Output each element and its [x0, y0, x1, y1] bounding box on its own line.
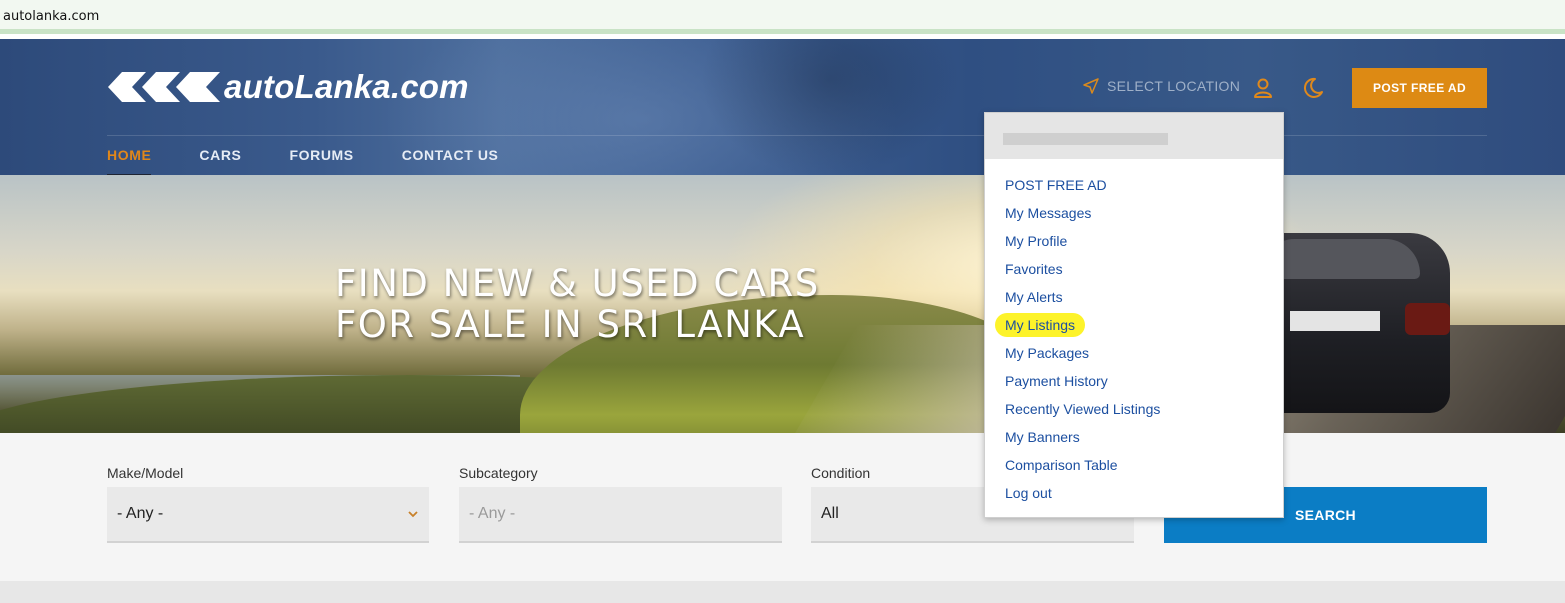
select-location-button[interactable]: SELECT LOCATION [1083, 78, 1240, 94]
hero-headline: FIND NEW & USED CARS FOR SALE IN SRI LAN… [335, 263, 820, 345]
hero-headline-line1: FIND NEW & USED CARS [335, 262, 820, 305]
site-header: autoLanka.com SELECT LOCATION POST FREE … [0, 39, 1565, 175]
car-window [1260, 239, 1420, 279]
hero-banner: FIND NEW & USED CARS FOR SALE IN SRI LAN… [0, 175, 1565, 433]
menu-item-my-listings-label: My Listings [995, 313, 1086, 337]
make-model-label: Make/Model [107, 465, 184, 481]
user-menu-list: POST FREE AD My Messages My Profile Favo… [985, 171, 1283, 507]
menu-item-comparison-table[interactable]: Comparison Table [985, 451, 1283, 479]
select-location-label: SELECT LOCATION [1107, 78, 1241, 94]
menu-item-post-free-ad[interactable]: POST FREE AD [985, 171, 1283, 199]
make-model-select[interactable]: - Any - [107, 487, 429, 543]
condition-value: All [821, 505, 839, 522]
subcategory-placeholder: - Any - [469, 505, 516, 522]
nav-home[interactable]: HOME [107, 147, 152, 175]
address-bar[interactable]: autolanka.com [0, 0, 1565, 34]
menu-item-my-alerts[interactable]: My Alerts [985, 283, 1283, 311]
menu-item-my-listings[interactable]: My Listings [985, 311, 1283, 339]
post-free-ad-button[interactable]: POST FREE AD [1352, 68, 1487, 108]
logo-text: autoLanka.com [224, 68, 469, 105]
user-menu-header [985, 113, 1283, 159]
user-menu-dropdown: POST FREE AD My Messages My Profile Favo… [984, 112, 1284, 518]
search-form: Make/Model - Any - Subcategory - Any - C… [0, 433, 1565, 581]
nav-cars[interactable]: CARS [199, 147, 241, 175]
subcategory-label: Subcategory [459, 465, 538, 481]
menu-item-recently-viewed-listings[interactable]: Recently Viewed Listings [985, 395, 1283, 423]
menu-item-my-packages[interactable]: My Packages [985, 339, 1283, 367]
user-account-icon[interactable] [1252, 77, 1274, 99]
dark-mode-moon-icon[interactable] [1302, 77, 1324, 99]
url-text[interactable]: autolanka.com [3, 9, 99, 24]
menu-item-log-out[interactable]: Log out [985, 479, 1283, 507]
menu-item-payment-history[interactable]: Payment History [985, 367, 1283, 395]
menu-item-my-messages[interactable]: My Messages [985, 199, 1283, 227]
logo-chevrons-icon [108, 72, 220, 102]
car-plate [1290, 311, 1380, 331]
chevron-down-icon [408, 511, 418, 518]
nav-contact-us[interactable]: CONTACT US [402, 147, 499, 175]
location-arrow-icon [1083, 78, 1099, 94]
nav-forums[interactable]: FORUMS [289, 147, 353, 175]
subcategory-select[interactable]: - Any - [459, 487, 782, 543]
car-tail-light [1405, 303, 1450, 335]
menu-item-my-profile[interactable]: My Profile [985, 227, 1283, 255]
site-logo[interactable]: autoLanka.com [108, 67, 469, 107]
menu-item-my-banners[interactable]: My Banners [985, 423, 1283, 451]
footer-strip [0, 581, 1565, 603]
make-model-value: - Any - [117, 505, 164, 522]
hero-headline-line2: FOR SALE IN SRI LANKA [335, 303, 806, 346]
menu-item-favorites[interactable]: Favorites [985, 255, 1283, 283]
condition-label: Condition [811, 465, 871, 481]
user-name-redacted [1003, 133, 1168, 145]
main-nav: HOME CARS FORUMS CONTACT US [107, 147, 546, 175]
